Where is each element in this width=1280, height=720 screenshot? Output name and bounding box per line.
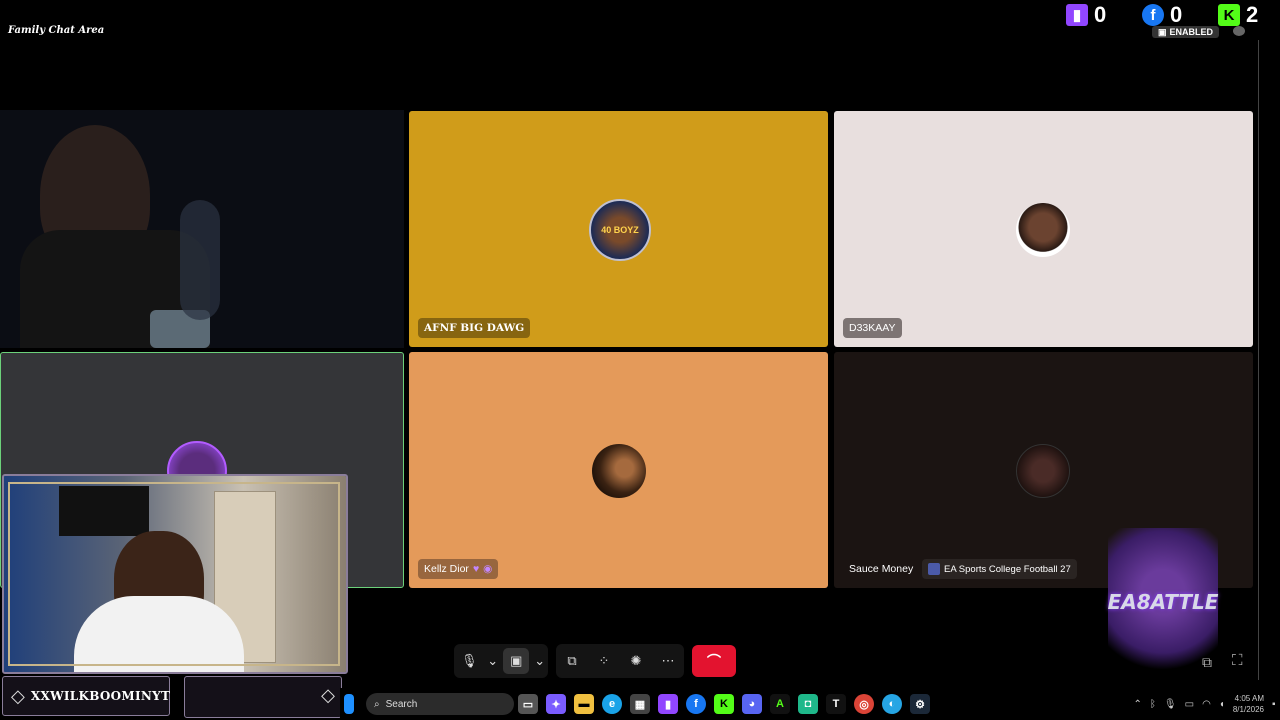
discord-icon[interactable]: ◕: [742, 694, 762, 714]
avatar-kellz: [592, 444, 646, 498]
monitor-icon[interactable]: ▭: [1185, 699, 1194, 710]
video-tile-camera[interactable]: [0, 110, 404, 348]
taskbar-search[interactable]: ⌕ Search: [366, 693, 514, 715]
notification-icon[interactable]: ▪: [1272, 699, 1280, 710]
soundboard-icon[interactable]: ✺: [623, 648, 649, 674]
screen-share-icon[interactable]: ⧉: [559, 648, 585, 674]
bluetooth-icon[interactable]: ᛒ: [1150, 699, 1156, 710]
overlay-title: Family Chat Area: [8, 25, 105, 36]
streamer-name-bar-right: ◇: [184, 676, 342, 718]
steam-icon[interactable]: ⚙: [910, 694, 930, 714]
twitch-count: 0: [1094, 2, 1107, 27]
twitch-app-icon[interactable]: ▮: [658, 694, 678, 714]
scrollbar[interactable]: [1258, 40, 1259, 680]
video-tile-d33kaay[interactable]: D33KAAY: [834, 111, 1253, 347]
clock[interactable]: 4:05 AM 8/1/2026: [1233, 693, 1264, 715]
chevron-up-icon[interactable]: ⌃: [1134, 699, 1142, 710]
activities-icon[interactable]: ⁘: [591, 648, 617, 674]
facebook-count: 0: [1170, 2, 1183, 27]
purple-heart-icon: ♥: [472, 563, 480, 575]
participant-name-chip: AFNF BIG DAWG: [418, 318, 531, 338]
windows-start-icon[interactable]: [344, 694, 354, 714]
kick-icon: K: [1218, 4, 1240, 26]
wifi-icon[interactable]: ◠: [1202, 699, 1211, 710]
facebook-counter: f 0: [1142, 2, 1182, 28]
camera-off-icon[interactable]: ▣: [503, 648, 530, 674]
video-tile-afnf[interactable]: 40 BOYZ AFNF BIG DAWG: [409, 111, 828, 347]
phone-hangup-icon: ⌒: [707, 653, 721, 669]
app-icon[interactable]: ◘: [798, 694, 818, 714]
microphone-icon[interactable]: 🎙︎: [456, 648, 482, 674]
arm-shape: [180, 200, 220, 320]
activity-chip[interactable]: EA Sports College Football 27: [922, 559, 1077, 579]
mask-icon: ◉: [483, 563, 493, 575]
diamond-icon: ◇: [11, 685, 25, 706]
search-icon: ⌕: [374, 698, 380, 710]
game-icon: [928, 563, 940, 575]
edge-icon[interactable]: e: [602, 694, 622, 714]
chevron-down-icon[interactable]: ⌄: [487, 648, 499, 674]
logo-text: EA8ATTLE: [1107, 590, 1219, 614]
volume-icon[interactable]: ◖: [1219, 699, 1225, 710]
video-tile-kellz[interactable]: Kellz Dior ♥ ◉: [409, 352, 828, 588]
camera-icon: ▣: [1158, 26, 1167, 37]
streamer-name-bar: ◇ XXWILKBOOMINYT: [2, 676, 170, 716]
kick-count: 2: [1246, 2, 1259, 27]
participant-name-chip: D33KAAY: [843, 318, 902, 338]
nvidia-icon[interactable]: A: [770, 694, 790, 714]
chat-bubble-icon: [1233, 26, 1245, 36]
avatar-40-boyz: 40 BOYZ: [589, 199, 651, 261]
twitch-counter: ▮ 0: [1066, 2, 1106, 28]
chrome-icon[interactable]: ◎: [854, 694, 874, 714]
kick-app-icon[interactable]: K: [714, 694, 734, 714]
copilot-icon[interactable]: ✦: [546, 694, 566, 714]
channel-logo: EA8ATTLE: [1088, 528, 1238, 688]
store-icon[interactable]: ▦: [630, 694, 650, 714]
avatar-d33kaay: [1016, 203, 1070, 257]
participant-name-chip: Kellz Dior ♥ ◉: [418, 559, 499, 579]
facebook-icon: f: [1142, 4, 1164, 26]
kick-counter: K 2: [1218, 2, 1258, 28]
task-view-icon[interactable]: ▭: [518, 694, 538, 714]
chevron-down-icon[interactable]: ⌄: [534, 648, 546, 674]
mic-camera-group: 🎙︎ ⌄ ▣ ⌄: [454, 644, 548, 678]
file-explorer-icon[interactable]: ▬: [574, 694, 594, 714]
webcam-frame-border: [8, 482, 340, 666]
actions-group: ⧉ ⁘ ✺ ⋯: [556, 644, 684, 678]
streamer-webcam: [2, 474, 348, 674]
browser-icon[interactable]: ◐: [882, 694, 902, 714]
system-tray: ⌃ ᛒ 🎙︎ ▭ ◠ ◖ 4:05 AM 8/1/2026 ▪: [1134, 693, 1280, 715]
avatar-sauce: [1016, 444, 1070, 498]
diamond-icon: ◇: [321, 685, 335, 705]
enabled-badge: ▣ ENABLED: [1152, 26, 1220, 38]
leave-call-button[interactable]: ⌒: [692, 645, 736, 677]
tradingview-icon[interactable]: T: [826, 694, 846, 714]
facebook-app-icon[interactable]: f: [686, 694, 706, 714]
microphone-tray-icon[interactable]: 🎙︎: [1164, 699, 1177, 710]
more-options-icon[interactable]: ⋯: [655, 648, 681, 674]
taskbar: ⌕ Search ▭ ✦ ▬ e ▦ ▮ f K ◕ A ◘ T ◎ ◐ ⚙ ⌃…: [340, 688, 1280, 720]
streamer-name: XXWILKBOOMINYT: [30, 689, 171, 703]
twitch-icon: ▮: [1066, 4, 1088, 26]
participant-name-chip: Sauce Money: [849, 563, 914, 575]
